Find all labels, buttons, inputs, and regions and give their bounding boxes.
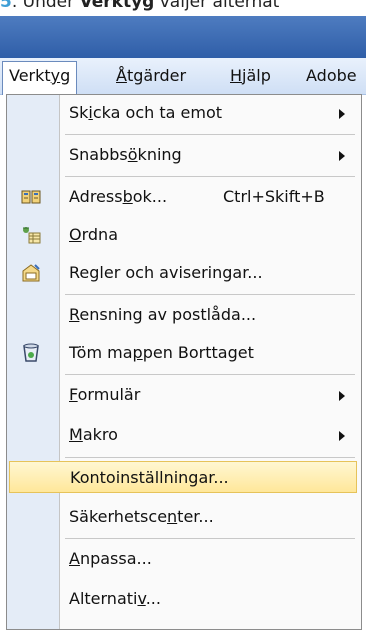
- menu-separator: [65, 294, 355, 295]
- menubar-label-mnemonic: Å: [116, 66, 127, 85]
- menubar-label-post: tgärder: [126, 66, 187, 85]
- submenu-arrow-icon: [339, 109, 345, 119]
- menu-item-label: Rensning av postlåda...: [69, 305, 257, 324]
- empty-trash-icon: [21, 343, 41, 363]
- menu-separator: [65, 538, 355, 539]
- menu-item-label: Töm mappen Borttaget: [69, 343, 254, 362]
- rules-icon: [21, 263, 41, 283]
- menubar-label-pre: Verkt: [9, 66, 51, 85]
- menu-item-empty-deleted[interactable]: Töm mappen Borttaget: [7, 337, 361, 369]
- menubar-label-post: jälp: [242, 66, 271, 85]
- menu-separator: [65, 134, 355, 135]
- menubar-item-adobe[interactable]: Adobe: [306, 62, 357, 90]
- menu-item-label: Snabbsökning: [69, 145, 182, 164]
- menu-item-address-book[interactable]: Adressbok... Ctrl+Skift+B: [7, 181, 361, 213]
- tools-dropdown-menu: Skicka och ta emot Snabbsökning Adressbo…: [6, 94, 362, 630]
- menu-item-rules-alerts[interactable]: Regler och aviseringar...: [7, 257, 361, 289]
- caption-bold: Verktyg: [79, 0, 155, 12]
- menubar-item-hjalp[interactable]: Hjälp: [230, 62, 271, 90]
- menu-item-label: Säkerhetscenter...: [69, 507, 214, 526]
- menu-item-trust-center[interactable]: Säkerhetscenter...: [7, 501, 361, 533]
- menubar-item-verktyg[interactable]: Verktyg: [2, 61, 78, 95]
- menu-item-label: Kontoinställningar...: [70, 468, 229, 487]
- menu-item-forms[interactable]: Formulär: [7, 379, 361, 411]
- menubar-label-pre: Adobe: [306, 66, 357, 85]
- menu-item-account-settings[interactable]: Kontoinställningar...: [9, 461, 357, 493]
- shortcut-label: Ctrl+Skift+B: [223, 187, 325, 206]
- menu-item-organize[interactable]: Ordna: [7, 219, 361, 251]
- menubar-label-mnemonic: y: [50, 66, 61, 85]
- menu-item-mailbox-cleanup[interactable]: Rensning av postlåda...: [7, 299, 361, 331]
- menu-item-macro[interactable]: Makro: [7, 419, 361, 451]
- menu-item-options[interactable]: Alternativ...: [7, 583, 361, 615]
- submenu-arrow-icon: [339, 151, 345, 161]
- menu-item-label: Ordna: [69, 225, 118, 244]
- address-book-icon: [21, 187, 41, 207]
- submenu-arrow-icon: [339, 431, 345, 441]
- menu-item-label: Skicka och ta emot: [69, 103, 223, 122]
- caption-text-2: väljer alternat: [154, 0, 280, 12]
- menu-item-send-receive[interactable]: Skicka och ta emot: [7, 97, 361, 129]
- menu-bar: Verktyg Åtgärder Hjälp Adobe: [0, 58, 366, 95]
- menu-item-label: Regler och aviseringar...: [69, 263, 263, 282]
- menu-item-customize[interactable]: Anpassa...: [7, 543, 361, 575]
- caption-text-1: . Under: [11, 0, 80, 12]
- menu-item-label: Formulär: [69, 385, 141, 404]
- menubar-label-post: g: [60, 66, 71, 85]
- menubar-item-atgarder[interactable]: Åtgärder: [116, 62, 186, 90]
- menu-item-label: Makro: [69, 425, 118, 444]
- menu-item-quick-search[interactable]: Snabbsökning: [7, 139, 361, 171]
- menu-separator: [65, 374, 355, 375]
- step-number: 5: [0, 0, 12, 12]
- menu-item-label: Anpassa...: [69, 549, 152, 568]
- menu-separator: [65, 176, 355, 177]
- window-titlebar: [0, 16, 366, 58]
- menu-item-label: Alternativ...: [69, 589, 161, 608]
- submenu-arrow-icon: [339, 391, 345, 401]
- menu-separator: [65, 457, 355, 458]
- menubar-label-mnemonic: H: [230, 66, 243, 85]
- organize-icon: [21, 225, 41, 245]
- instruction-caption: 5. Under Verktyg väljer alternat: [0, 0, 366, 16]
- menu-item-label: Adressbok...: [69, 187, 168, 206]
